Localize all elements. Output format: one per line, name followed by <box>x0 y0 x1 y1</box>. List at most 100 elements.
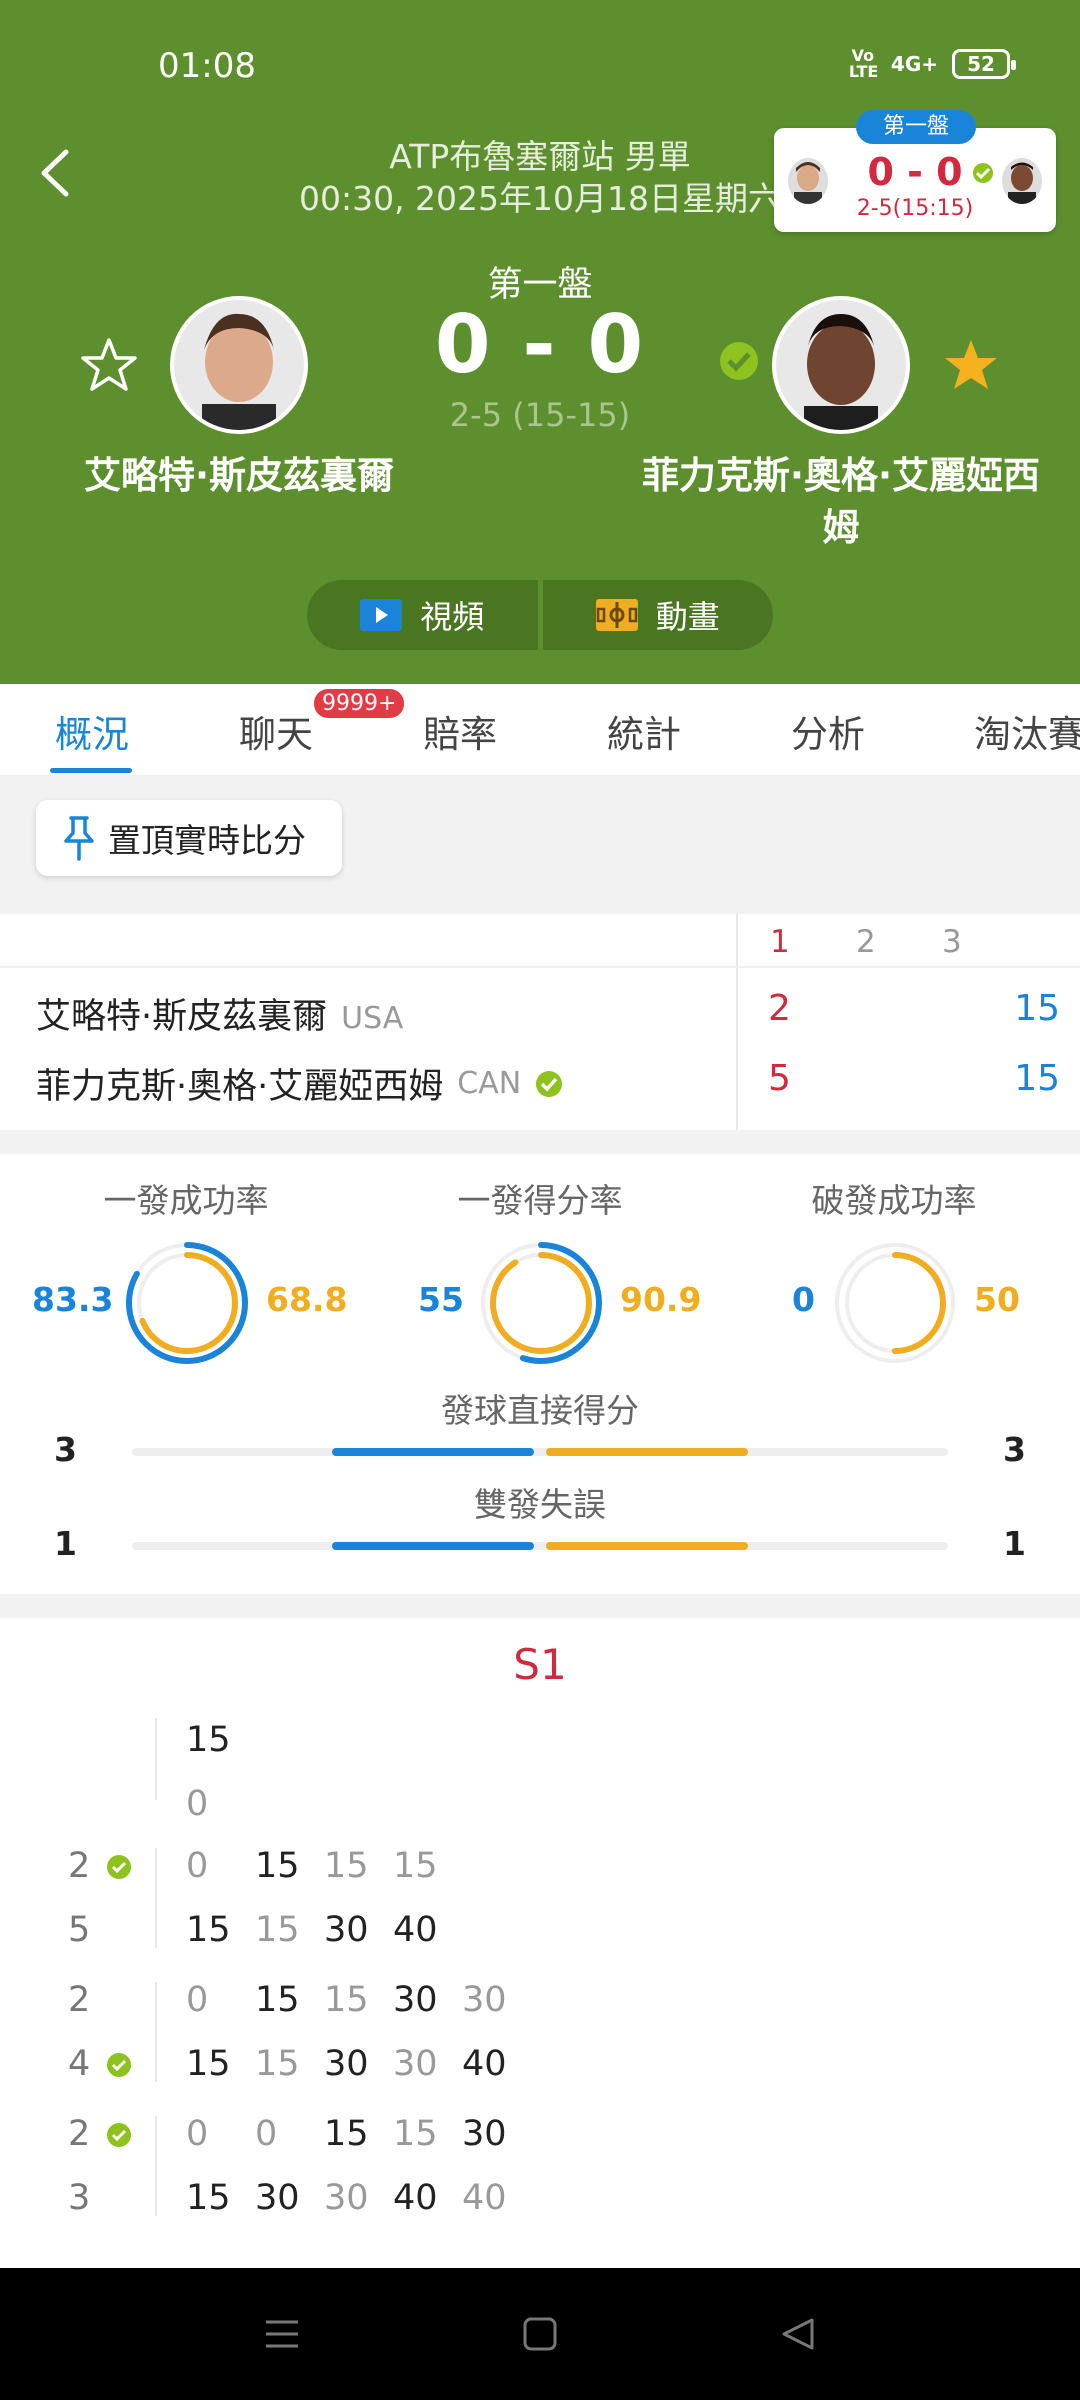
player2-avatar[interactable] <box>772 296 910 434</box>
stat-aces-left: 3 <box>54 1430 77 1469</box>
point-bottom: 15 <box>186 2178 231 2218</box>
battery-icon: 52 <box>952 49 1016 79</box>
scoreboard-divider <box>736 914 738 1130</box>
tab-stats-label: 統計 <box>607 713 681 756</box>
pbp-divider <box>155 2116 157 2216</box>
aces-bar-right <box>546 1448 748 1456</box>
pbp-games: 2 5 0 15 15 15 15 15 30 40 2 4 0 15 15 30 30 15 15 30 30 40 2 3… <box>0 1846 1080 2268</box>
point-top: 0 <box>186 1846 209 1886</box>
scoreboard: 1 2 3 艾略特·斯皮茲裏爾 USA 2 15 菲力克斯·奧格·艾麗婭西姆 C… <box>0 914 1080 1130</box>
point-bottom: 30 <box>324 2044 369 2084</box>
media-bar: 視頻 動畫 <box>307 580 773 650</box>
animation-button[interactable]: 動畫 <box>543 580 774 650</box>
pbp-divider <box>155 1848 157 1948</box>
tab-knockout-label: 淘汰賽 <box>974 713 1080 756</box>
tab-overview-label: 概況 <box>55 713 129 756</box>
scoreboard-player1-points: 15 <box>1014 988 1060 1029</box>
point-top: 30 <box>393 1980 438 2020</box>
scoreboard-row-player2: 菲力克斯·奧格·艾麗婭西姆 CAN <box>36 1058 563 1109</box>
game-score-bottom: 3 <box>68 2178 91 2218</box>
serving-ball-icon <box>106 2122 132 2152</box>
stat-ring2-left: 55 <box>418 1280 464 1319</box>
stat-ring1-left: 83.3 <box>32 1280 114 1319</box>
point-bottom: 15 <box>255 1910 300 1950</box>
set-header-2: 2 <box>856 924 876 960</box>
tab-stats[interactable]: 統計 <box>552 684 736 775</box>
point-top: 15 <box>255 1846 300 1886</box>
stat-first-serve-win-title: 一發得分率 <box>457 1181 623 1220</box>
pbp-first-bottom: 0 <box>186 1784 209 1824</box>
tab-underline <box>50 768 132 773</box>
stat-break-title: 破發成功率 <box>811 1181 977 1220</box>
system-nav-bar <box>0 2268 1080 2400</box>
scoreboard-player2-country: CAN <box>457 1066 522 1101</box>
point-bottom: 30 <box>255 2178 300 2218</box>
df-bar-track <box>132 1542 948 1550</box>
point-top: 15 <box>324 2114 369 2154</box>
point-bottom: 15 <box>186 1910 231 1950</box>
game-score-bottom: 4 <box>68 2044 91 2084</box>
tab-analysis[interactable]: 分析 <box>736 684 920 775</box>
aces-bar-left <box>332 1448 534 1456</box>
serving-ball-icon <box>720 342 758 380</box>
point-bottom: 40 <box>462 2178 507 2218</box>
player2-name-line1: 菲力克斯·奧格·艾麗婭西 <box>641 454 1041 497</box>
point-bottom: 40 <box>393 2178 438 2218</box>
stat-ring1-right: 68.8 <box>266 1280 348 1319</box>
battery-level: 52 <box>967 52 995 76</box>
serving-ball-icon <box>973 163 993 183</box>
video-icon <box>360 599 403 631</box>
ring-chart-break <box>835 1243 955 1363</box>
stat-first-serve-title: 一發成功率 <box>103 1181 269 1220</box>
stat-df-right: 1 <box>1003 1524 1026 1563</box>
tab-bar: 概況 聊天 賠率 統計 分析 淘汰賽 <box>0 684 1080 776</box>
tab-knockout[interactable]: 淘汰賽 <box>920 684 1080 775</box>
scoreboard-player2-points: 15 <box>1014 1058 1060 1099</box>
scoreboard-player1-name: 艾略特·斯皮茲裏爾 <box>36 997 328 1037</box>
scoreboard-row-player1: 艾略特·斯皮茲裏爾 USA <box>36 988 403 1039</box>
df-bar-right <box>546 1542 748 1550</box>
set-title: S1 <box>513 1640 567 1689</box>
pin-live-score-button[interactable]: 置頂實時比分 <box>36 800 342 876</box>
stat-aces-title: 發球直接得分 <box>441 1391 639 1430</box>
serving-ball-icon <box>106 1854 132 1884</box>
point-top: 15 <box>393 2114 438 2154</box>
court-icon <box>595 599 638 631</box>
tab-chat-label: 聊天 <box>239 713 313 756</box>
stat-ring2-right: 90.9 <box>620 1280 702 1319</box>
game-score-top: 2 <box>68 1980 91 2020</box>
stat-df-left: 1 <box>54 1524 77 1563</box>
ring-chart-first-serve-win <box>480 1242 602 1364</box>
point-top: 0 <box>186 1980 209 2020</box>
video-button[interactable]: 視頻 <box>307 580 538 650</box>
point-bottom: 15 <box>255 2044 300 2084</box>
point-top: 30 <box>462 1980 507 2020</box>
home-icon[interactable] <box>520 2314 560 2354</box>
serving-ball-icon <box>536 1070 563 1097</box>
pbp-first-top: 15 <box>186 1720 231 1760</box>
tab-overview[interactable]: 概況 <box>0 684 184 775</box>
point-bottom: 30 <box>324 2178 369 2218</box>
point-top: 15 <box>255 1980 300 2020</box>
set-header-3: 3 <box>942 924 962 960</box>
player2-name: 菲力克斯·奧格·艾麗婭西 姆 <box>616 450 1066 554</box>
chat-badge: 9999+ <box>314 689 405 718</box>
aces-bar-track <box>132 1448 948 1456</box>
game-score-top: 2 <box>68 1846 91 1886</box>
point-bottom: 40 <box>393 1910 438 1950</box>
status-time: 01:08 <box>158 46 256 86</box>
pin-button-label: 置頂實時比分 <box>108 821 306 860</box>
menu-icon[interactable] <box>262 2314 302 2354</box>
section-gap <box>0 1130 1080 1154</box>
main-score: 0 - 0 <box>434 298 646 391</box>
pbp-divider <box>155 1718 157 1800</box>
scoreboard-player2-games: 5 <box>768 1058 791 1099</box>
mini-subscore: 2-5(15:15) <box>856 196 974 221</box>
match-header: 01:08 Vo LTE 4G+ 52 ATP布魯塞爾站 男單 00:30, 2… <box>0 0 1080 684</box>
app-root: { "status_bar": {"time": "01:08", "volte… <box>0 0 1080 2400</box>
back-icon[interactable] <box>778 2314 818 2354</box>
favorite-star-filled-icon[interactable] <box>942 336 1000 394</box>
set-header-1: 1 <box>770 924 790 960</box>
pbp-cutoff <box>0 2254 1080 2268</box>
serving-ball-icon <box>106 2052 132 2082</box>
